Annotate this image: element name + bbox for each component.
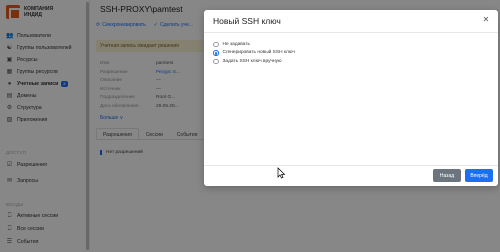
- option-manual[interactable]: Задать SSH ключ вручную: [213, 57, 295, 66]
- dialog-header: Новый SSH ключ ✕: [204, 10, 498, 33]
- ssh-key-dialog: Новый SSH ключ ✕ Не задавать Сгенерирова…: [204, 10, 498, 186]
- dialog-title: Новый SSH ключ: [213, 16, 281, 26]
- radio-button[interactable]: [213, 58, 219, 65]
- dialog-footer: Назад Вперёд: [204, 165, 498, 186]
- close-icon[interactable]: ✕: [480, 14, 492, 26]
- radio-button-checked[interactable]: [213, 50, 219, 56]
- option-label: Сгенерировать новый SSH ключ: [222, 50, 295, 56]
- next-button[interactable]: Вперёд: [465, 169, 493, 182]
- back-button[interactable]: Назад: [433, 169, 461, 182]
- option-label: Не задавать: [222, 41, 251, 47]
- ssh-key-options: Не задавать Сгенерировать новый SSH ключ…: [213, 40, 295, 66]
- radio-button[interactable]: [213, 41, 219, 48]
- option-generate[interactable]: Сгенерировать новый SSH ключ: [213, 49, 295, 58]
- option-label: Задать SSH ключ вручную: [222, 58, 282, 64]
- option-none[interactable]: Не задавать: [213, 40, 295, 49]
- mouse-cursor-icon: [277, 167, 286, 179]
